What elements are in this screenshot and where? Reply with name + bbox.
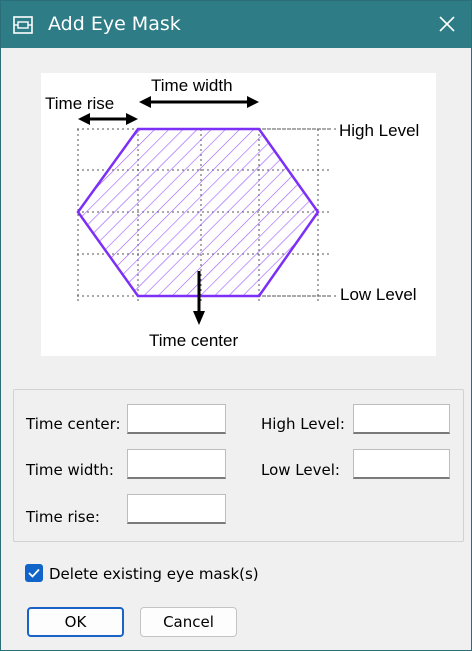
low-level-input[interactable] — [353, 449, 450, 479]
high-level-input[interactable] — [353, 404, 450, 434]
eye-mask-diagram: Time width Time rise High Level Low Leve… — [41, 73, 436, 356]
time-rise-arrow — [78, 113, 138, 125]
time-center-label: Time center — [149, 331, 238, 350]
high-level-label: High Level: — [261, 415, 345, 433]
time-rise-input[interactable] — [127, 494, 226, 524]
add-eye-mask-dialog: Add Eye Mask Time width Time rise High L… — [0, 0, 472, 651]
title-bar[interactable]: Add Eye Mask — [1, 1, 471, 48]
low-level-label: Low Level: — [261, 461, 340, 479]
mask-parameters-group: Time center: Time width: Time rise: High… — [13, 389, 464, 542]
delete-existing-checkbox[interactable] — [25, 564, 43, 582]
cancel-button[interactable]: Cancel — [140, 607, 237, 637]
low-level-label: Low Level — [340, 285, 417, 304]
time-width-label: Time width: — [26, 461, 114, 479]
checkmark-icon — [28, 568, 40, 578]
eye-mask-hexagon — [76, 127, 320, 298]
time-width-input[interactable] — [127, 449, 226, 479]
high-level-label: High Level — [339, 121, 419, 140]
delete-existing-label: Delete existing eye mask(s) — [49, 565, 259, 583]
ok-button[interactable]: OK — [27, 607, 124, 637]
time-rise-label: Time rise: — [26, 508, 100, 526]
time-width-label: Time width — [151, 76, 233, 95]
time-width-arrow — [139, 96, 259, 108]
time-rise-label: Time rise — [45, 94, 114, 113]
eye-mask-dialog-icon — [13, 16, 33, 34]
dialog-title: Add Eye Mask — [48, 13, 181, 35]
close-icon[interactable] — [431, 8, 463, 40]
time-center-label: Time center: — [26, 415, 121, 433]
time-center-input[interactable] — [127, 404, 226, 434]
